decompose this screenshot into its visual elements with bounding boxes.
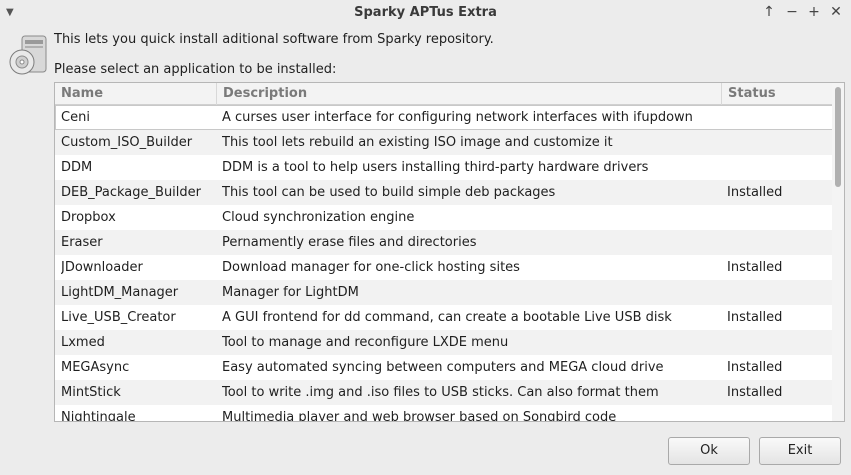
table-header: Name Description Status	[55, 83, 834, 105]
cell-description: DDM is a tool to help users installing t…	[222, 160, 649, 175]
package-installer-icon	[8, 34, 48, 78]
cell-description: Manager for LightDM	[222, 285, 359, 300]
column-header-status[interactable]: Status	[722, 83, 834, 105]
table-row[interactable]: MEGAsync Easy automated syncing between c…	[55, 355, 834, 380]
ok-button[interactable]: Ok	[668, 437, 750, 465]
cell-description: Multimedia player and web browser based …	[222, 410, 617, 422]
minimize-button[interactable]: −	[783, 3, 801, 21]
cell-description: Tool to write .img and .iso files to USB…	[222, 385, 659, 400]
table-row[interactable]: Lxmed Tool to manage and reconfigure LXDE…	[55, 330, 834, 355]
exit-button[interactable]: Exit	[759, 437, 841, 465]
column-header-description[interactable]: Description	[217, 83, 722, 105]
maximize-button[interactable]: +	[805, 3, 823, 21]
cell-name: Nightingale	[61, 410, 136, 422]
intro-text: This lets you quick install aditional so…	[54, 32, 494, 47]
cell-status: Installed	[727, 185, 783, 200]
table-row[interactable]: Dropbox Cloud synchronization engine	[55, 205, 834, 230]
table-row[interactable]: JDownloader Download manager for one-clic…	[55, 255, 834, 280]
cell-description: This tool can be used to build simple de…	[222, 185, 556, 200]
title-bar: ▼ Sparky APTus Extra ↑ − + ✕	[0, 0, 851, 26]
cell-name: Live_USB_Creator	[61, 310, 176, 325]
cell-name: LightDM_Manager	[61, 285, 179, 300]
table-row[interactable]: DDM DDM is a tool to help users installin…	[55, 155, 834, 180]
table-row[interactable]: Ceni A curses user interface for configur…	[55, 105, 834, 130]
close-button[interactable]: ✕	[827, 3, 845, 21]
column-header-name[interactable]: Name	[55, 83, 217, 105]
table-row[interactable]: Eraser Pernamently erase files and direct…	[55, 230, 834, 255]
cell-description: Tool to manage and reconfigure LXDE menu	[222, 335, 509, 350]
cell-description: A curses user interface for configuring …	[222, 110, 693, 125]
cell-name: Dropbox	[61, 210, 116, 225]
cell-name: Custom_ISO_Builder	[61, 135, 193, 150]
cell-name: MintStick	[61, 385, 121, 400]
table-row[interactable]: Custom_ISO_Builder This tool lets rebuild…	[55, 130, 834, 155]
keep-above-button[interactable]: ↑	[760, 3, 778, 21]
window-title: Sparky APTus Extra	[354, 5, 497, 20]
table-body: Ceni A curses user interface for configur…	[55, 105, 834, 422]
cell-status: Installed	[727, 310, 783, 325]
cell-name: Lxmed	[61, 335, 105, 350]
cell-description: Easy automated syncing between computers…	[222, 360, 664, 375]
cell-status: Installed	[727, 385, 783, 400]
table-row[interactable]: MintStick Tool to write .img and .iso fil…	[55, 380, 834, 405]
cell-description: This tool lets rebuild an existing ISO i…	[222, 135, 613, 150]
cell-name: DDM	[61, 160, 93, 175]
table-row[interactable]: Nightingale Multimedia player and web bro…	[55, 405, 834, 422]
table-row[interactable]: Live_USB_Creator A GUI frontend for dd co…	[55, 305, 834, 330]
table-row[interactable]: LightDM_Manager Manager for LightDM	[55, 280, 834, 305]
vertical-scrollbar[interactable]	[832, 83, 844, 421]
cell-name: JDownloader	[61, 260, 143, 275]
scrollbar-thumb[interactable]	[835, 87, 841, 187]
cell-name: Ceni	[61, 110, 90, 125]
cell-description: Pernamently erase files and directories	[222, 235, 477, 250]
cell-description: A GUI frontend for dd command, can creat…	[222, 310, 672, 325]
cell-name: DEB_Package_Builder	[61, 185, 202, 200]
select-prompt: Please select an application to be insta…	[54, 62, 337, 77]
cell-description: Cloud synchronization engine	[222, 210, 415, 225]
cell-name: Eraser	[61, 235, 103, 250]
table-row[interactable]: DEB_Package_Builder This tool can be used…	[55, 180, 834, 205]
application-list[interactable]: Name Description Status Ceni A curses use…	[54, 82, 845, 422]
cell-name: MEGAsync	[61, 360, 130, 375]
cell-status: Installed	[727, 260, 783, 275]
cell-status: Installed	[727, 360, 783, 375]
cell-description: Download manager for one-click hosting s…	[222, 260, 520, 275]
